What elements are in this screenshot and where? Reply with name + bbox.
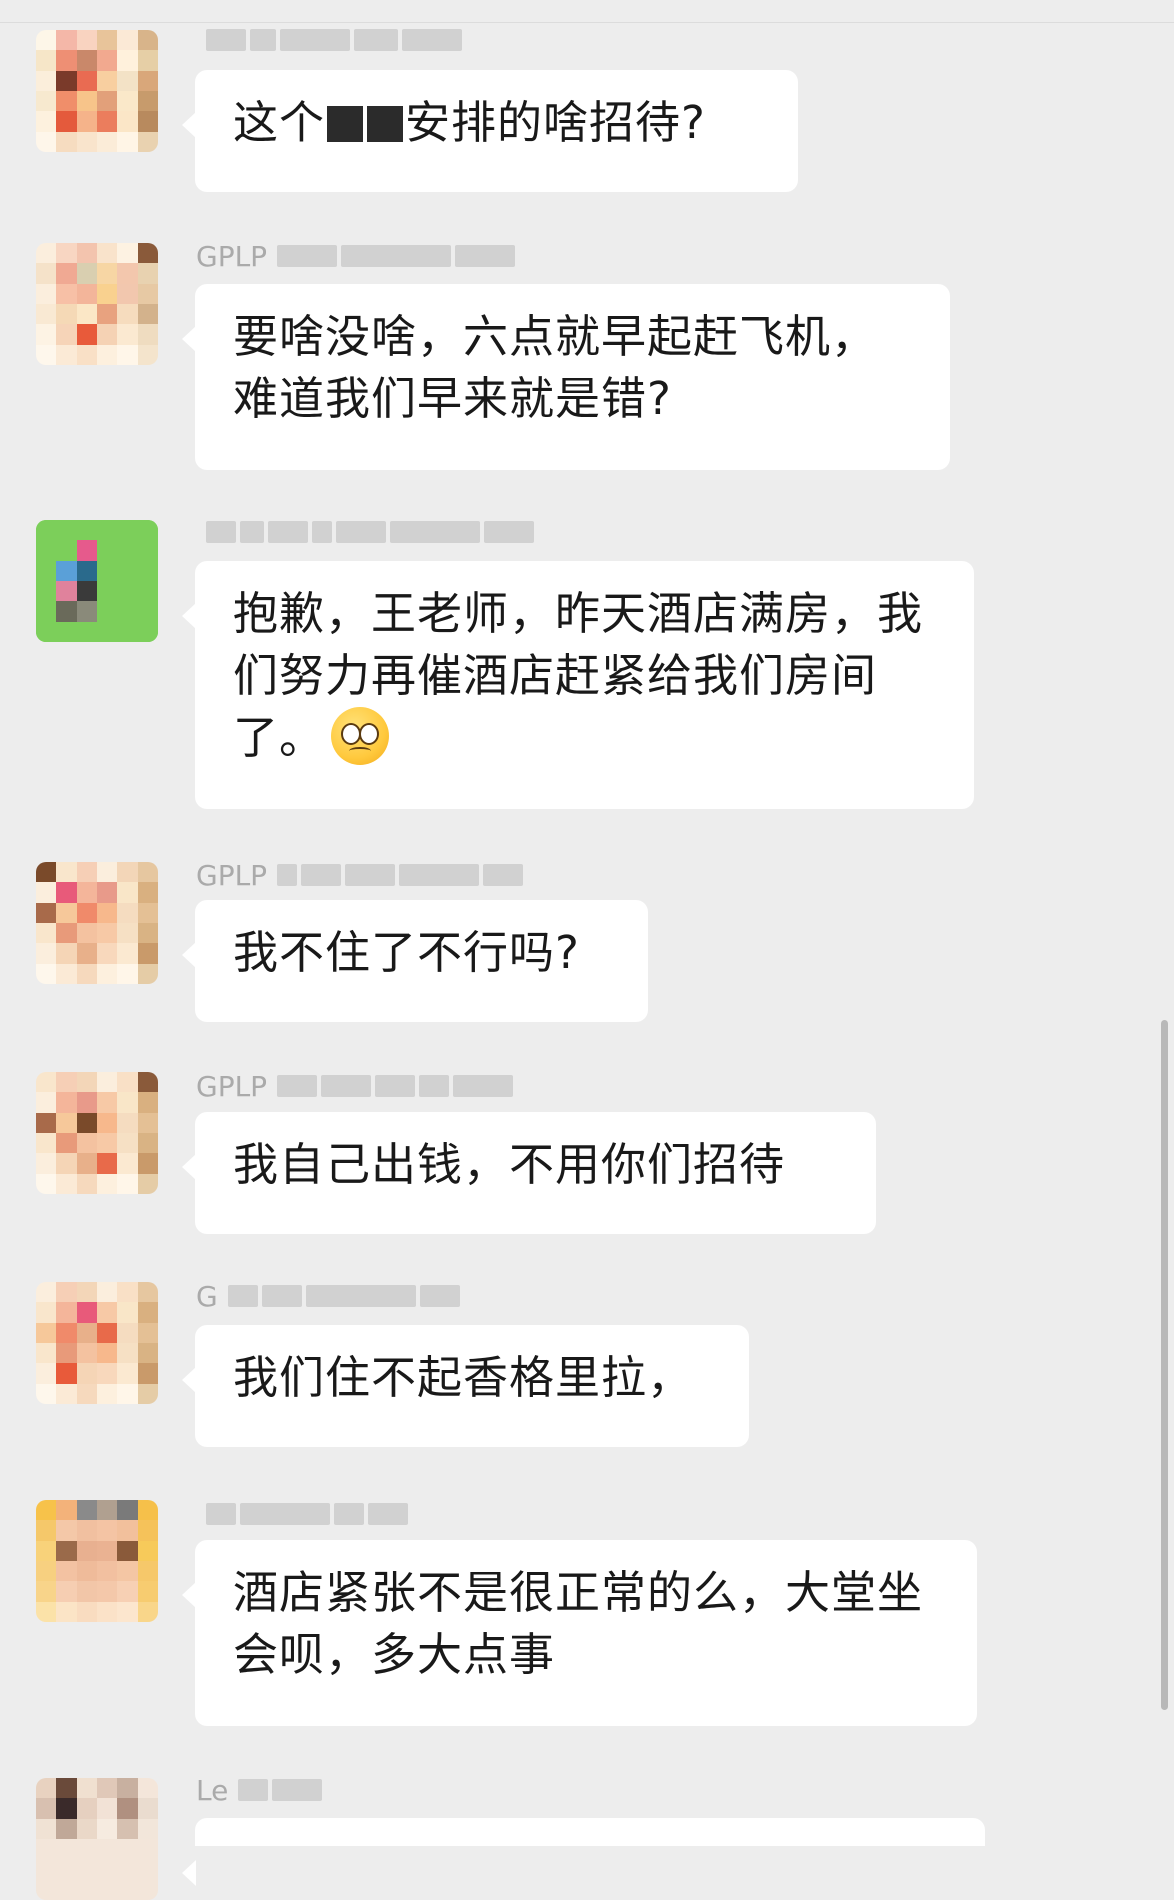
avatar[interactable]: [36, 243, 158, 365]
woozy-face-emoji: [331, 707, 390, 765]
sender-name: [196, 20, 462, 60]
sender-name-visible: G: [196, 1279, 218, 1313]
sender-name: GPLP: [196, 1066, 514, 1106]
avatar[interactable]: [36, 1778, 158, 1900]
message-bubble[interactable]: 要啥没啥，六点就早起赶飞机，难道我们早来就是错?: [182, 284, 950, 470]
sender-name: G: [196, 1276, 460, 1316]
message-bubble[interactable]: 我不住了不行吗?: [182, 900, 648, 1022]
sender-name-visible: GPLP: [196, 858, 268, 892]
message-bubble[interactable]: 我们住不起香格里拉，: [182, 1325, 749, 1447]
avatar[interactable]: [36, 1282, 158, 1404]
scrollbar[interactable]: [1161, 1020, 1168, 1710]
divider: [0, 22, 1174, 23]
sender-name-visible: Le: [196, 1773, 229, 1807]
sender-name: Le: [196, 1770, 323, 1810]
chat-message-list[interactable]: 这个 安排的啥招待? GPLP 要啥没啥，六点就早起赶飞机，难道我们早来就是错?: [0, 0, 1174, 1900]
avatar[interactable]: [36, 520, 158, 642]
message-bubble[interactable]: 酒店紧张不是很正常的么，大堂坐会呗，多大点事: [182, 1540, 977, 1726]
message-text: 我们住不起香格里拉，: [233, 1351, 694, 1404]
message-bubble[interactable]: 我自己出钱，不用你们招待: [182, 1112, 876, 1234]
sender-name: GPLP: [196, 236, 516, 276]
message-text: 这个: [233, 96, 326, 149]
sender-name: GPLP: [196, 855, 524, 895]
message-text: 要啥没啥，六点就早起赶飞机，难道我们早来就是错?: [233, 310, 878, 425]
sender-name: [196, 1494, 408, 1534]
message-bubble[interactable]: [182, 1818, 985, 1886]
message-text: 酒店紧张不是很正常的么，大堂坐会呗，多大点事: [233, 1566, 924, 1681]
redaction-block: [367, 106, 404, 142]
message-bubble[interactable]: 这个 安排的啥招待?: [182, 70, 798, 192]
avatar[interactable]: [36, 862, 158, 984]
message-bubble[interactable]: 抱歉，王老师，昨天酒店满房，我们努力再催酒店赶紧给我们房间了。: [182, 561, 974, 809]
message-text: 我自己出钱，不用你们招待: [233, 1138, 786, 1191]
avatar[interactable]: [36, 30, 158, 152]
sender-name-visible: GPLP: [196, 1069, 268, 1103]
redaction-block: [327, 106, 364, 142]
message-text: 我不住了不行吗?: [233, 926, 580, 979]
message-text: 安排的啥招待?: [405, 96, 706, 149]
avatar[interactable]: [36, 1072, 158, 1194]
sender-name: [196, 512, 534, 552]
sender-name-visible: GPLP: [196, 239, 268, 273]
avatar[interactable]: [36, 1500, 158, 1622]
